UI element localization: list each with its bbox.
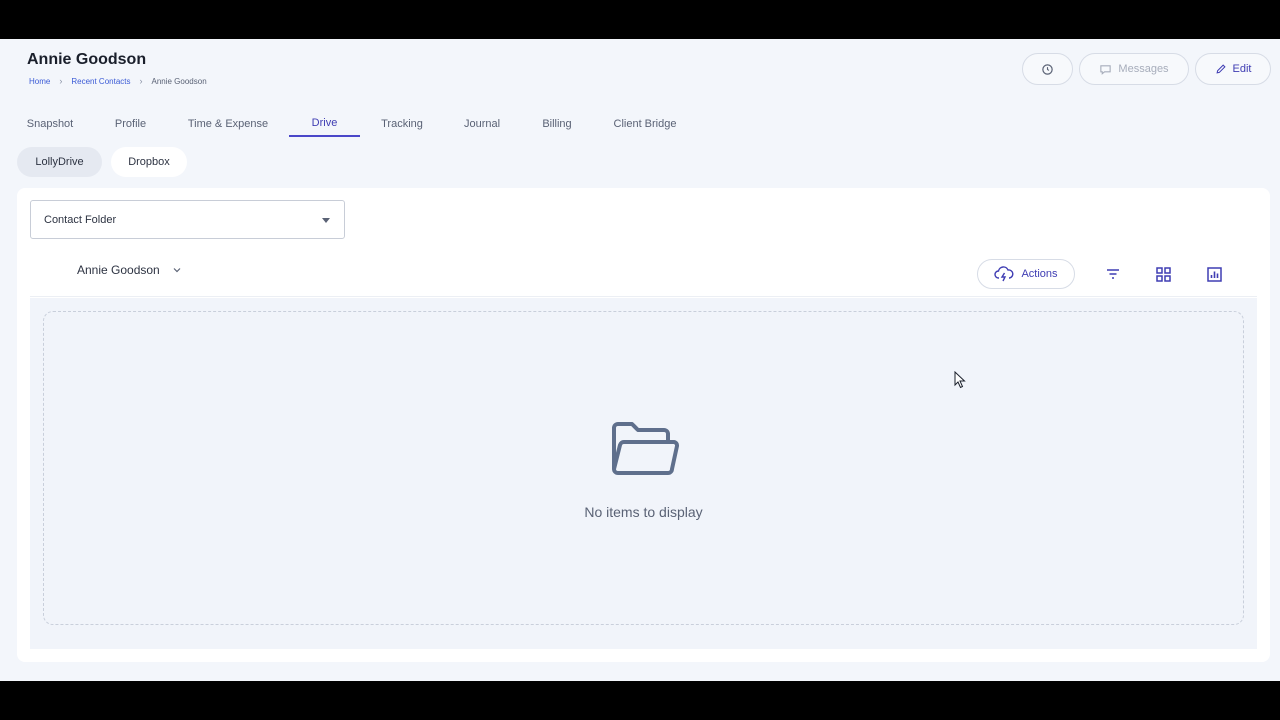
- empty-message: No items to display: [584, 504, 703, 520]
- tab-snapshot[interactable]: Snapshot: [17, 111, 83, 137]
- breadcrumb-home[interactable]: Home: [29, 77, 50, 86]
- breadcrumb: Home › Recent Contacts › Annie Goodson: [29, 76, 207, 86]
- edit-button[interactable]: Edit: [1195, 53, 1271, 85]
- empty-state: No items to display: [43, 311, 1244, 625]
- grid-view-button[interactable]: [1154, 265, 1172, 283]
- owner-name: Annie Goodson: [77, 263, 160, 277]
- tab-drive[interactable]: Drive: [289, 111, 360, 137]
- owner-dropdown[interactable]: Annie Goodson: [77, 263, 182, 277]
- message-icon: [1100, 64, 1112, 75]
- tab-profile[interactable]: Profile: [103, 111, 158, 137]
- drive-card: Contact Folder Annie Goodson Actions No …: [17, 188, 1270, 662]
- drive-drop-zone[interactable]: No items to display: [30, 298, 1257, 649]
- messages-label: Messages: [1118, 63, 1169, 75]
- grid-icon: [1155, 266, 1171, 282]
- chevron-right-icon: ›: [139, 76, 143, 86]
- tab-tracking[interactable]: Tracking: [371, 111, 433, 137]
- folder-open-icon: [612, 422, 679, 475]
- tab-client-bridge[interactable]: Client Bridge: [602, 111, 688, 137]
- folder-select[interactable]: Contact Folder: [30, 200, 345, 239]
- chevron-down-icon: [173, 268, 181, 273]
- drive-toolbar: Annie Goodson Actions: [30, 251, 1257, 297]
- tab-bar: Snapshot Profile Time & Expense Drive Tr…: [0, 111, 1280, 137]
- cloud-bolt-icon: [994, 266, 1014, 282]
- tab-billing[interactable]: Billing: [532, 111, 582, 137]
- tab-journal[interactable]: Journal: [453, 111, 511, 137]
- actions-label: Actions: [1021, 268, 1058, 280]
- mouse-cursor-icon: [954, 371, 966, 389]
- page-title: Annie Goodson: [27, 51, 147, 68]
- history-button[interactable]: [1022, 53, 1073, 85]
- edit-label: Edit: [1232, 63, 1252, 75]
- folder-select-value: Contact Folder: [44, 213, 117, 226]
- filter-button[interactable]: [1104, 265, 1122, 283]
- filter-icon: [1107, 269, 1119, 279]
- pencil-icon: [1216, 64, 1226, 74]
- breadcrumb-current: Annie Goodson: [151, 76, 207, 86]
- tab-time-expense[interactable]: Time & Expense: [179, 111, 277, 137]
- chevron-right-icon: ›: [59, 76, 63, 86]
- lollydrive-source-pill[interactable]: LollyDrive: [17, 147, 102, 177]
- messages-button[interactable]: Messages: [1079, 53, 1189, 85]
- chart-icon: [1206, 266, 1222, 282]
- actions-button[interactable]: Actions: [977, 259, 1075, 289]
- breadcrumb-recent-contacts[interactable]: Recent Contacts: [71, 77, 130, 86]
- history-icon: [1042, 63, 1053, 75]
- chart-view-button[interactable]: [1205, 265, 1223, 283]
- drive-page: Annie Goodson Home › Recent Contacts › A…: [0, 39, 1280, 681]
- caret-down-icon: [322, 218, 330, 223]
- dropbox-source-pill[interactable]: Dropbox: [111, 147, 187, 177]
